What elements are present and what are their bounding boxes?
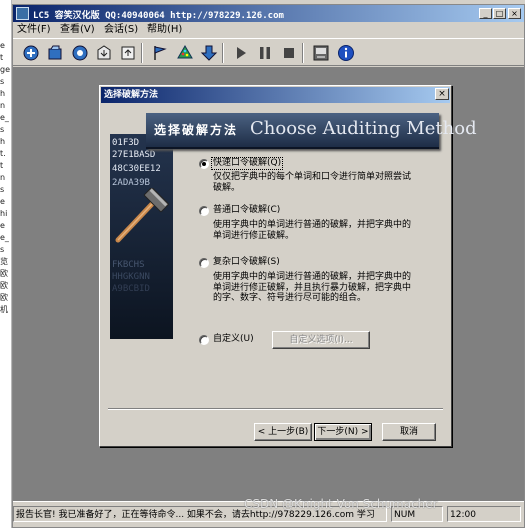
background-text-fragment: s [0, 77, 5, 86]
toolbar [13, 38, 524, 66]
dialog-close-button[interactable]: × [435, 88, 449, 100]
menu-help[interactable]: 帮助(H) [147, 24, 182, 36]
status-clock: 12:00 [447, 506, 521, 522]
minimize-button[interactable]: _ [479, 8, 492, 19]
custom-label[interactable]: 自定义(U) [213, 334, 254, 345]
download-icon[interactable] [198, 42, 220, 64]
lc5-main-window: LC5 容笑汉化版 QQ:40940064 http://978229.126.… [12, 4, 525, 528]
background-text-fragment: h [0, 137, 6, 146]
stop-icon[interactable] [278, 42, 300, 64]
quick-crack-radio[interactable] [199, 159, 209, 169]
background-window-sliver: e t ge s h n e_ s h t. t n s e hi e e_ s 览欧欧欧机 [0, 0, 12, 528]
normal-crack-radio[interactable] [199, 206, 209, 216]
toolbar-separator [302, 43, 304, 63]
background-text-fragment: 欧 [0, 293, 8, 302]
back-button[interactable]: < 上一步(B) [254, 423, 312, 441]
quick-crack-description: 仅仅把字典中的每个单词和口令进行简单对照尝试破解。 [213, 172, 412, 193]
background-text-fragment: h [0, 89, 6, 98]
normal-crack-description: 使用字典中的单词进行普通的破解，并把字典中的单词进行修正破解。 [213, 220, 412, 241]
normal-crack-label[interactable]: 普通口令破解(C) [213, 205, 280, 216]
complex-crack-label[interactable]: 复杂口令破解(S) [213, 257, 280, 268]
background-text-fragment: ge [0, 65, 10, 74]
info-icon[interactable] [335, 42, 357, 64]
title-bar: LC5 容笑汉化版 QQ:40940064 http://978229.126.… [13, 5, 524, 22]
import-icon[interactable] [93, 42, 115, 64]
background-text-fragment: 欧 [0, 269, 8, 278]
background-text-fragment: t [0, 161, 4, 170]
window-title: LC5 容笑汉化版 QQ:40940064 http://978229.126.… [33, 11, 284, 21]
menu-view[interactable]: 查看(V) [60, 24, 95, 36]
next-button[interactable]: 下一步(N) > [314, 423, 372, 441]
play-icon[interactable] [230, 42, 252, 64]
background-text-fragment: n [0, 173, 6, 182]
custom-radio[interactable] [199, 335, 209, 345]
side-hex-text: FKBCHS [112, 260, 145, 270]
background-text-fragment: e_ [0, 113, 9, 122]
report-icon[interactable] [310, 42, 332, 64]
quick-crack-label[interactable]: 快速口令破解(Q) [210, 157, 284, 170]
background-text-fragment: e [0, 221, 5, 230]
session-wizard-icon[interactable] [20, 42, 42, 64]
banner-chinese-title: 选择破解方法 [154, 123, 239, 137]
background-text-fragment: hi [0, 209, 8, 218]
banner-english-title: Choose Auditing Method [250, 118, 477, 139]
session-options-icon[interactable] [69, 42, 91, 64]
menu-bar: 文件(F) 查看(V) 会话(S) 帮助(H) [13, 22, 524, 38]
side-hex-text: 27E1BASD [112, 150, 156, 160]
flag-icon[interactable] [149, 42, 171, 64]
side-illustration: 01F3D 27E1BASD 48C30EE12 2ADA39B FKBCHS … [110, 134, 173, 339]
pause-icon[interactable] [254, 42, 276, 64]
menu-file[interactable]: 文件(F) [17, 24, 51, 36]
background-text-fragment: s [0, 245, 5, 254]
background-text-fragment: e [0, 197, 5, 206]
radio-selected-dot [202, 162, 206, 166]
side-hex-text: HHGKGNN [112, 272, 150, 282]
background-text-fragment: e_ [0, 233, 9, 242]
toolbar-separator [222, 43, 224, 63]
background-text-fragment: t [0, 53, 4, 62]
menu-session[interactable]: 会话(S) [104, 24, 138, 36]
choose-method-dialog: 选择破解方法 × 01F3D 27E1BASD 48C30EE12 2ADA39… [99, 85, 477, 447]
open-session-icon[interactable] [45, 42, 67, 64]
dialog-separator [108, 408, 443, 410]
background-text-fragment: n [0, 101, 6, 110]
side-hex-text: 01F3D [112, 138, 140, 148]
side-hex-text: A9BCBID [112, 284, 150, 294]
background-text-fragment: s [0, 185, 5, 194]
maximize-button[interactable]: □ [493, 8, 506, 19]
background-text-fragment: t. [0, 149, 6, 158]
tree-icon[interactable] [174, 42, 196, 64]
hammer-icon [115, 188, 169, 243]
complex-crack-radio[interactable] [199, 258, 209, 268]
side-hex-text: 48C30EE12 [112, 164, 161, 174]
background-text-fragment: s [0, 125, 5, 134]
close-button[interactable]: × [508, 8, 521, 19]
cancel-button[interactable]: 取消 [382, 423, 436, 441]
background-text-fragment: 机 [0, 305, 8, 314]
dialog-banner: Choose Auditing Method 选择破解方法 [146, 113, 477, 149]
app-icon [16, 7, 29, 20]
toolbar-separator [141, 43, 143, 63]
background-text-fragment: 欧 [0, 281, 8, 290]
dialog-title: 选择破解方法 [101, 87, 450, 103]
csdn-watermark: CSDN @Knight Von Schumacher [244, 497, 438, 511]
background-text-fragment: e [0, 41, 5, 50]
complex-crack-description: 使用字典中的单词进行普通的破解，并把字典中的单词进行修正破解，并且执行暴力破解，… [213, 272, 412, 303]
background-text-fragment: 览 [0, 257, 8, 266]
export-icon[interactable] [117, 42, 139, 64]
custom-options-button[interactable]: 自定义选项(I)... [272, 331, 370, 349]
